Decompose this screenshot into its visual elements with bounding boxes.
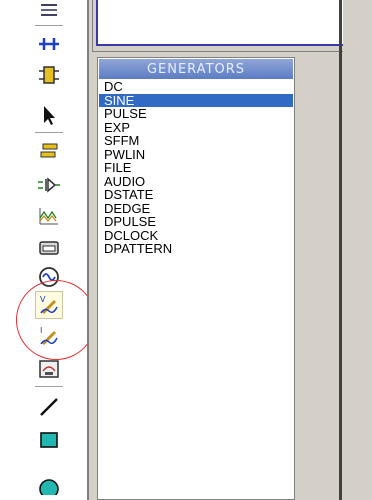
box-icon[interactable] (35, 426, 63, 454)
generator-item-pwlin[interactable]: PWLIN (99, 147, 293, 162)
tape-icon[interactable] (35, 234, 63, 262)
generator-item-dpattern[interactable]: DPATTERN (99, 242, 293, 256)
svg-text:V: V (40, 295, 46, 304)
panel-right-border (339, 0, 342, 500)
generator-item-pulse[interactable]: PULSE (99, 107, 293, 121)
current-probe-icon[interactable]: I (35, 322, 63, 350)
voltage-probe-icon[interactable]: V (35, 291, 63, 319)
panel-divider (87, 0, 89, 500)
generators-items: DC SINE PULSE EXP SFFM PWLIN FILE AUDIO … (99, 80, 293, 256)
svg-text:I: I (40, 326, 42, 335)
circle-icon[interactable] (35, 470, 63, 498)
virtual-instrument-icon[interactable] (35, 355, 63, 383)
generator-item-sine[interactable]: SINE (99, 93, 293, 107)
generator-item-dedge[interactable]: DEDGE (99, 201, 293, 216)
terminal-icon[interactable] (35, 137, 63, 165)
preview-window (96, 0, 346, 46)
port-icon[interactable] (35, 171, 63, 199)
bus-icon[interactable] (35, 30, 63, 58)
generator-item-dpulse[interactable]: DPULSE (99, 215, 293, 229)
selection-arrow-icon[interactable] (35, 101, 63, 129)
mode-toolbar: V I (0, 0, 87, 500)
generators-list: GENERATORS DC SINE PULSE EXP SFFM PWLIN … (97, 57, 295, 500)
generator-icon[interactable] (35, 263, 63, 291)
generator-item-exp[interactable]: EXP (99, 120, 293, 135)
component-icon[interactable] (35, 61, 63, 89)
subcircuit-icon[interactable] (35, 0, 63, 22)
generator-item-dc[interactable]: DC (99, 80, 293, 94)
generator-item-dclock[interactable]: DCLOCK (99, 228, 293, 243)
toolbar-separator (35, 25, 63, 27)
generator-item-audio[interactable]: AUDIO (99, 174, 293, 189)
panel-right-strip (343, 0, 372, 500)
generator-item-dstate[interactable]: DSTATE (99, 188, 293, 202)
generator-item-sffm[interactable]: SFFM (99, 134, 293, 148)
generator-item-file[interactable]: FILE (99, 161, 293, 175)
toolbar-separator (35, 386, 63, 388)
generators-header: GENERATORS (99, 59, 293, 79)
graph-icon[interactable] (35, 202, 63, 230)
toolbar-separator (35, 132, 63, 134)
line-icon[interactable] (35, 393, 63, 421)
